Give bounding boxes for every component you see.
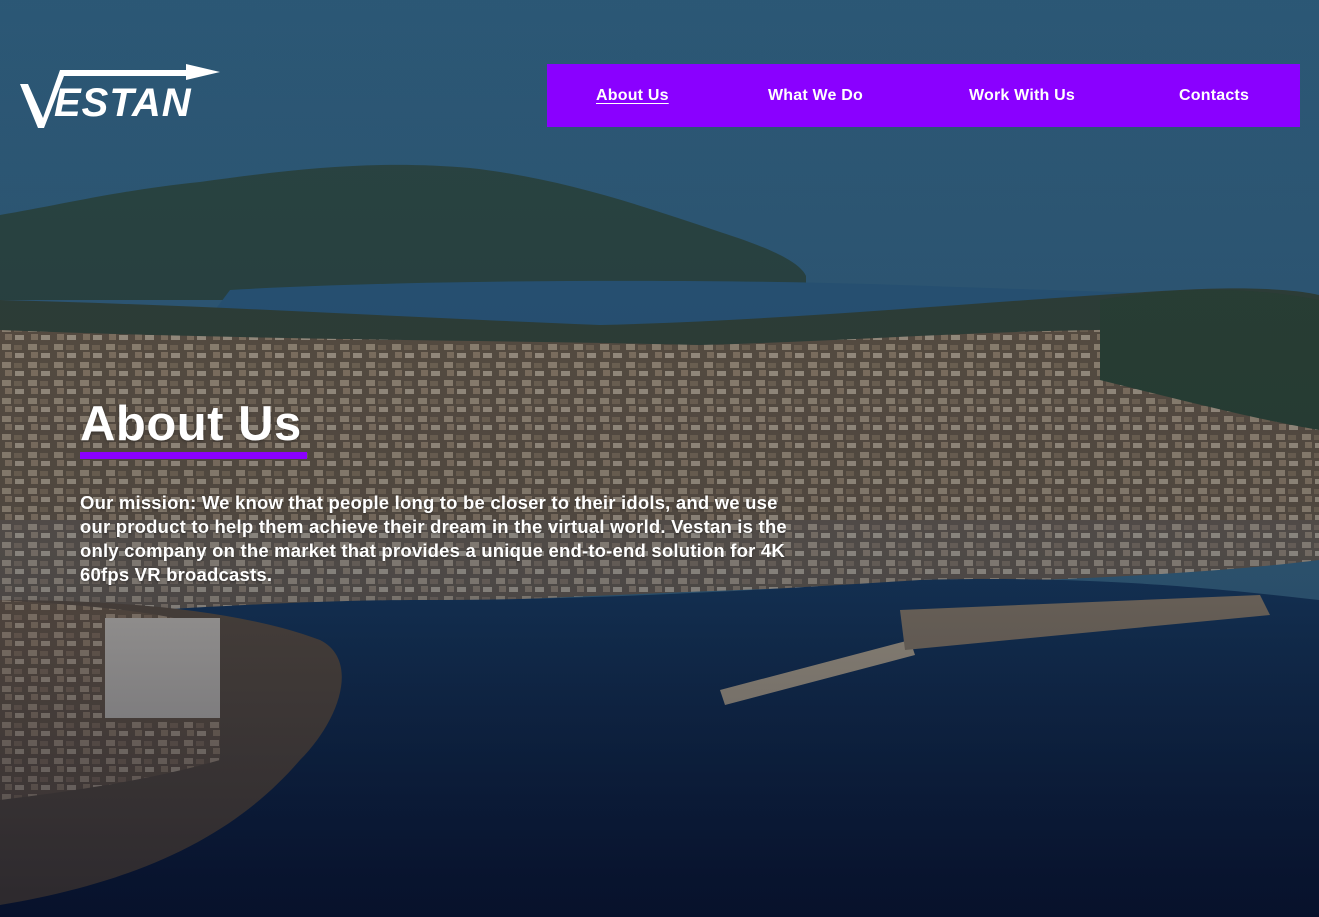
vestan-logo[interactable]: ESTAN <box>18 62 222 130</box>
svg-text:ESTAN: ESTAN <box>54 81 192 125</box>
nav-contacts[interactable]: Contacts <box>1179 64 1249 127</box>
page-title: About Us <box>80 397 302 451</box>
nav-work-with-us[interactable]: Work With Us <box>969 64 1075 127</box>
nav-about-us[interactable]: About Us <box>596 64 669 127</box>
title-underline <box>80 452 307 459</box>
nav-what-we-do[interactable]: What We Do <box>768 64 863 127</box>
main-navigation: About Us What We Do Work With Us Contact… <box>547 64 1300 127</box>
hero-section: ESTAN About Us What We Do Work With Us C… <box>0 0 1319 917</box>
mission-statement: Our mission: We know that people long to… <box>80 492 787 585</box>
